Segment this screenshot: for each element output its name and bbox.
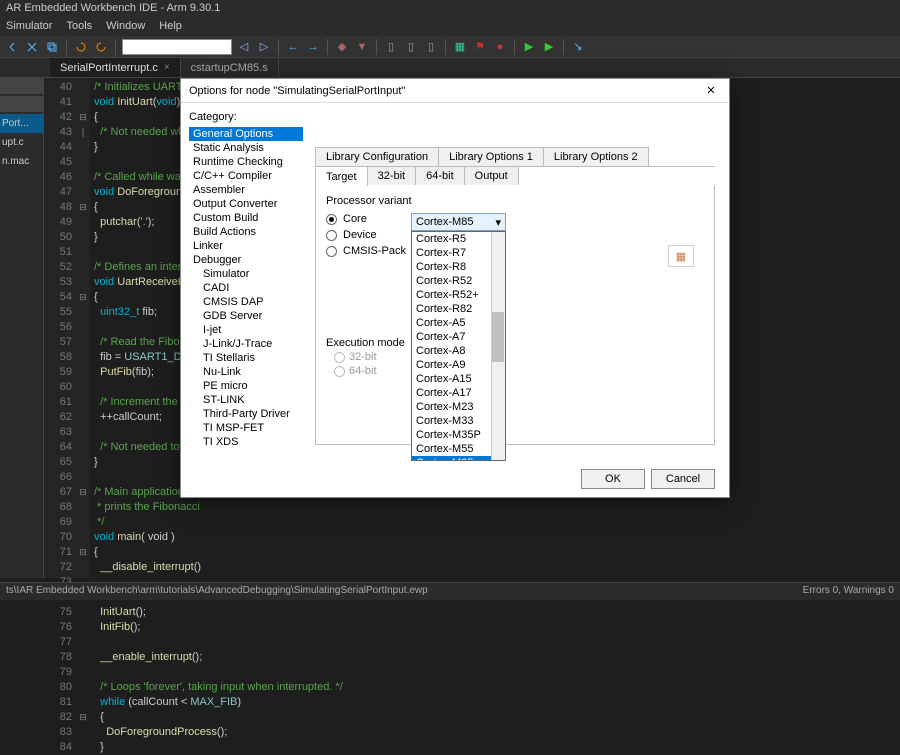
category-item[interactable]: Debugger — [189, 253, 303, 267]
category-item[interactable]: I-jet — [189, 323, 303, 337]
redo-icon[interactable] — [93, 39, 109, 55]
menu-simulator[interactable]: Simulator — [6, 20, 52, 34]
sidebar-item-port[interactable]: Port... — [0, 114, 43, 133]
options-tabs-row1: Library ConfigurationLibrary Options 1Li… — [315, 147, 715, 167]
back-icon[interactable] — [4, 39, 20, 55]
menu-tools[interactable]: Tools — [66, 20, 92, 34]
options-tab[interactable]: Library Configuration — [315, 147, 439, 166]
nav-back-icon[interactable]: ← — [285, 39, 301, 55]
doc2-icon[interactable]: ▯ — [403, 39, 419, 55]
doc1-icon[interactable]: ▯ — [383, 39, 399, 55]
category-item[interactable]: TI MSP-FET — [189, 421, 303, 435]
search-combo[interactable] — [122, 39, 232, 55]
core-combo[interactable]: Cortex-M85 ▾ — [411, 213, 506, 231]
doc3-icon[interactable]: ▯ — [423, 39, 439, 55]
prev-icon[interactable]: ◁ — [236, 39, 252, 55]
category-label: Category: — [189, 111, 303, 123]
category-item[interactable]: TI Stellaris — [189, 351, 303, 365]
play-icon[interactable]: ▶ — [521, 39, 537, 55]
options-tab[interactable]: Library Options 1 — [438, 147, 544, 166]
editor-tabs: SerialPortInterrupt.c× cstartupCM85.s — [0, 58, 900, 78]
next-icon[interactable]: ▷ — [256, 39, 272, 55]
category-list[interactable]: General OptionsStatic AnalysisRuntime Ch… — [189, 127, 303, 449]
scissors-icon[interactable] — [24, 39, 40, 55]
shield-icon[interactable]: ▼ — [354, 39, 370, 55]
options-tab[interactable]: Output — [464, 167, 519, 185]
status-errors: Errors 0, Warnings 0 — [803, 585, 894, 598]
options-tabs-row2: Target32-bit64-bitOutput — [315, 167, 715, 185]
execution-mode-label: Execution mode — [326, 337, 704, 349]
scrollbar[interactable] — [491, 232, 505, 460]
category-item[interactable]: Linker — [189, 239, 303, 253]
options-tab[interactable]: 32-bit — [367, 167, 417, 185]
window-title: AR Embedded Workbench IDE - Arm 9.30.1 — [0, 0, 900, 18]
category-item[interactable]: ST-LINK — [189, 393, 303, 407]
options-tab[interactable]: Library Options 2 — [543, 147, 649, 166]
bookmark-icon[interactable]: ◆ — [334, 39, 350, 55]
close-icon[interactable]: × — [164, 62, 170, 73]
menu-help[interactable]: Help — [159, 20, 182, 34]
category-item[interactable]: General Options — [189, 127, 303, 141]
cancel-button[interactable]: Cancel — [651, 469, 715, 489]
fold-gutter[interactable]: ⊟|⊟⊟⊟⊟⊟ — [76, 78, 90, 578]
target-panel: Processor variant Core Device CMSIS-Pack… — [315, 185, 715, 445]
refresh-icon[interactable] — [73, 39, 89, 55]
radio-cmsis[interactable] — [326, 246, 337, 257]
category-item[interactable]: J-Link/J-Trace — [189, 337, 303, 351]
processor-variant-label: Processor variant — [326, 195, 704, 207]
dialog-title: Options for node "SimulatingSerialPortIn… — [189, 85, 405, 97]
ok-button[interactable]: OK — [581, 469, 645, 489]
sidebar-item-upt[interactable]: upt.c — [0, 133, 43, 152]
category-item[interactable]: Simulator — [189, 267, 303, 281]
bars-icon[interactable]: ▦ — [452, 39, 468, 55]
category-item[interactable]: Build Actions — [189, 225, 303, 239]
radio-core[interactable] — [326, 214, 337, 225]
category-item[interactable]: Runtime Checking — [189, 155, 303, 169]
category-item[interactable]: Output Converter — [189, 197, 303, 211]
play2-icon[interactable]: ▶ — [541, 39, 557, 55]
sidebar-item-mac[interactable]: n.mac — [0, 152, 43, 171]
copy-icon[interactable] — [44, 39, 60, 55]
category-item[interactable]: TI XDS — [189, 435, 303, 449]
category-item[interactable]: CADI — [189, 281, 303, 295]
step-icon[interactable]: ↘ — [570, 39, 586, 55]
status-bar: ts\IAR Embedded Workbench\arm\tutorials\… — [0, 582, 900, 600]
radio-32bit — [334, 352, 345, 363]
menu-window[interactable]: Window — [106, 20, 145, 34]
options-tab[interactable]: 64-bit — [415, 167, 465, 185]
radio-64bit — [334, 366, 345, 377]
category-item[interactable]: PE micro — [189, 379, 303, 393]
close-icon[interactable]: ✕ — [701, 84, 721, 97]
core-dropdown[interactable]: Cortex-R5Cortex-R7Cortex-R8Cortex-R52Cor… — [411, 231, 506, 461]
tab-serialportinterrupt[interactable]: SerialPortInterrupt.c× — [50, 58, 181, 77]
category-item[interactable]: Nu-Link — [189, 365, 303, 379]
category-item[interactable]: Third-Party Driver — [189, 407, 303, 421]
menu-bar: Simulator Tools Window Help — [0, 18, 900, 36]
project-sidebar: Port... upt.c n.mac — [0, 78, 44, 578]
chevron-down-icon: ▾ — [495, 216, 501, 229]
stop-icon[interactable]: ● — [492, 39, 508, 55]
radio-device[interactable] — [326, 230, 337, 241]
nav-fwd-icon[interactable]: → — [305, 39, 321, 55]
category-item[interactable]: GDB Server — [189, 309, 303, 323]
main-toolbar: ◁ ▷ ← → ◆ ▼ ▯ ▯ ▯ ▦ ⚑ ● ▶ ▶ ↘ — [0, 36, 900, 58]
category-item[interactable]: Custom Build — [189, 211, 303, 225]
options-dialog: Options for node "SimulatingSerialPortIn… — [180, 78, 730, 498]
browse-chip-icon[interactable]: ▦ — [668, 245, 694, 267]
category-item[interactable]: CMSIS DAP — [189, 295, 303, 309]
flag-icon[interactable]: ⚑ — [472, 39, 488, 55]
tab-cstartup[interactable]: cstartupCM85.s — [181, 58, 279, 77]
category-item[interactable]: C/C++ Compiler — [189, 169, 303, 183]
options-tab[interactable]: Target — [315, 168, 368, 186]
category-item[interactable]: Static Analysis — [189, 141, 303, 155]
line-gutter: 4041424344454647484950515253545556575859… — [44, 78, 76, 578]
category-item[interactable]: Assembler — [189, 183, 303, 197]
status-path: ts\IAR Embedded Workbench\arm\tutorials\… — [6, 585, 428, 598]
